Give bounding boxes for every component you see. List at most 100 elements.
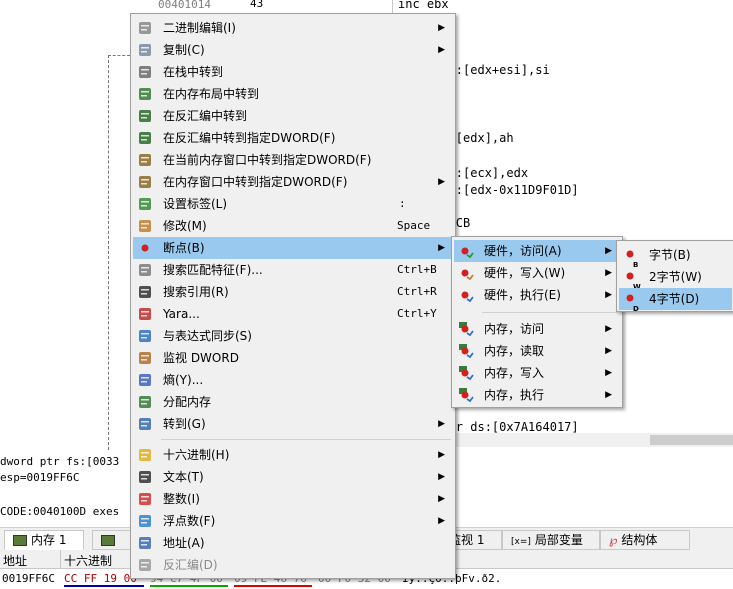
menu-item-18[interactable]: 分配内存 xyxy=(133,391,453,413)
menu-item-shortcut: Ctrl+Y xyxy=(397,307,437,320)
submenu-arrow-icon: ▶ xyxy=(438,23,445,33)
watch-icon xyxy=(137,350,153,366)
breakpoint-item-label: 硬件，写入(W) xyxy=(484,266,566,280)
menu-item-23[interactable]: 浮点数(F) ▶ xyxy=(133,510,453,532)
menu-item-14[interactable]: Yara... Ctrl+Y xyxy=(133,303,453,325)
breakpoint-submenu: 硬件，访问(A) ▶ 硬件，写入(W) ▶ 硬件，执行(E) ▶ 内存，访问 ▶ 内存，读取 ▶ 内… xyxy=(451,236,623,408)
tab-memory-1[interactable]: 内存 1 xyxy=(4,530,84,550)
breakpoint-type-icon xyxy=(458,343,474,359)
breakpoint-item-6[interactable]: 内存，写入 ▶ xyxy=(454,362,620,384)
menu-separator xyxy=(482,312,618,313)
menu-item-shortcut: Ctrl+R xyxy=(397,285,437,298)
menu-item-3[interactable]: 在栈中转到 xyxy=(133,61,453,83)
menu-item-label: 转到(G) xyxy=(163,417,206,431)
binoculars-icon xyxy=(137,284,153,300)
info-line: CODE:0040100D exes xyxy=(0,505,120,518)
dump-dword-icon xyxy=(137,152,153,168)
breakpoint-size-submenu: B 字节(B) W 2字节(W) D 4字节(D) xyxy=(616,240,733,313)
header-address: 地址 xyxy=(3,554,28,568)
menu-item-20[interactable]: 十六进制(H) ▶ xyxy=(133,444,453,466)
menu-item-10[interactable]: 修改(M) Space xyxy=(133,215,453,237)
menu-item-label: 在反汇编中转到指定DWORD(F) xyxy=(163,131,336,145)
menu-item-label: 浮点数(F) xyxy=(163,514,216,528)
hex-icon xyxy=(137,447,153,463)
menu-item-shortcut: Ctrl+B xyxy=(397,263,437,276)
top-address: 00401014 xyxy=(158,0,211,11)
breakpoint-item-4[interactable]: 内存，访问 ▶ xyxy=(454,318,620,340)
breakpoint-item-7[interactable]: 内存，执行 ▶ xyxy=(454,384,620,406)
memory-map-icon xyxy=(137,86,153,102)
menu-item-5[interactable]: 在反汇编中转到 xyxy=(133,105,453,127)
info-line: esp=0019FF6C xyxy=(0,471,80,484)
menu-item-16[interactable]: 监视 DWORD xyxy=(133,347,453,369)
breakpoint-size-icon: D xyxy=(623,291,639,313)
pencil-icon xyxy=(137,218,153,234)
menu-item-25: 反汇编(D) xyxy=(133,554,453,576)
stack-icon xyxy=(137,64,153,80)
menu-item-12[interactable]: 搜索匹配特征(F)... Ctrl+B xyxy=(133,259,453,281)
submenu-arrow-icon: ▶ xyxy=(438,419,445,429)
tab-struct[interactable]: ℘ 结构体 xyxy=(600,530,690,550)
menu-item-2[interactable]: 复制(C) ▶ xyxy=(133,39,453,61)
size-item-2[interactable]: W 2字节(W) xyxy=(619,266,732,291)
menu-item-label: 断点(B) xyxy=(163,241,205,255)
menu-item-11[interactable]: 断点(B) ▶ xyxy=(133,237,453,259)
jump-line-arm xyxy=(108,55,130,56)
size-item-label: 4字节(D) xyxy=(649,292,700,306)
menu-item-label: 监视 DWORD xyxy=(163,351,239,365)
float-icon xyxy=(137,513,153,529)
breakpoint-type-icon xyxy=(458,287,474,303)
menu-item-label: 复制(C) xyxy=(163,43,205,57)
menu-item-24[interactable]: 地址(A) xyxy=(133,532,453,554)
size-item-label: 2字节(W) xyxy=(649,270,702,284)
menu-item-6[interactable]: 在反汇编中转到指定DWORD(F) xyxy=(133,127,453,149)
menu-item-label: 二进制编辑(I) xyxy=(163,21,236,35)
menu-item-21[interactable]: 文本(T) ▶ xyxy=(133,466,453,488)
submenu-arrow-icon: ▶ xyxy=(438,516,445,526)
top-asm: inc ebx xyxy=(398,0,449,11)
menu-item-label: 熵(Y)... xyxy=(163,373,204,387)
menu-item-13[interactable]: 搜索引用(R) Ctrl+R xyxy=(133,281,453,303)
menu-separator xyxy=(161,439,451,440)
menu-item-8[interactable]: 在内存窗口中转到指定DWORD(F) ▶ xyxy=(133,171,453,193)
menu-item-4[interactable]: 在内存布局中转到 xyxy=(133,83,453,105)
menu-item-label: 在内存布局中转到 xyxy=(163,87,260,101)
breakpoint-item-label: 内存，执行 xyxy=(484,388,545,402)
menu-item-label: 与表达式同步(S) xyxy=(163,329,252,343)
disassembly-dword-icon xyxy=(137,130,153,146)
info-line: dword ptr fs:[0033 xyxy=(0,455,120,468)
menu-item-label: 修改(M) xyxy=(163,219,207,233)
text-icon xyxy=(137,469,153,485)
menu-item-9[interactable]: 设置标签(L): xyxy=(133,193,453,215)
menu-item-7[interactable]: 在当前内存窗口中转到指定DWORD(F) xyxy=(133,149,453,171)
menu-item-19[interactable]: 转到(G) ▶ xyxy=(133,413,453,435)
memory-tab-icon xyxy=(13,535,27,546)
breakpoint-type-icon xyxy=(458,265,474,281)
breakpoint-icon xyxy=(137,240,153,256)
menu-item-label: 十六进制(H) xyxy=(163,448,230,462)
tab-locals[interactable]: [x=] 局部变量 xyxy=(502,530,600,550)
memory-tab-icon xyxy=(101,535,115,546)
breakpoint-item-5[interactable]: 内存，读取 ▶ xyxy=(454,340,620,362)
breakpoint-item-2[interactable]: 硬件，写入(W) ▶ xyxy=(454,262,620,284)
menu-item-1[interactable]: 二进制编辑(I) ▶ xyxy=(133,17,453,39)
menu-item-22[interactable]: 整数(I) ▶ xyxy=(133,488,453,510)
submenu-arrow-icon: ▶ xyxy=(438,450,445,460)
menu-item-15[interactable]: 与表达式同步(S) xyxy=(133,325,453,347)
breakpoint-type-icon xyxy=(458,243,474,259)
breakpoint-type-icon xyxy=(458,321,474,337)
disasm-view-icon xyxy=(137,557,153,573)
size-item-1[interactable]: B 字节(B) xyxy=(619,244,732,269)
submenu-arrow-icon: ▶ xyxy=(605,324,612,334)
disassembly-icon xyxy=(137,108,153,124)
integer-icon xyxy=(137,491,153,507)
breakpoint-item-3[interactable]: 硬件，执行(E) ▶ xyxy=(454,284,620,306)
breakpoint-item-label: 内存，写入 xyxy=(484,366,545,380)
label-icon xyxy=(137,196,153,212)
breakpoint-item-1[interactable]: 硬件，访问(A) ▶ xyxy=(454,240,620,262)
binary-edit-icon xyxy=(137,20,153,36)
submenu-arrow-icon: ▶ xyxy=(438,45,445,55)
scrollbar-thumb[interactable] xyxy=(650,435,733,445)
size-item-3[interactable]: D 4字节(D) xyxy=(619,288,732,313)
menu-item-17[interactable]: 熵(Y)... xyxy=(133,369,453,391)
